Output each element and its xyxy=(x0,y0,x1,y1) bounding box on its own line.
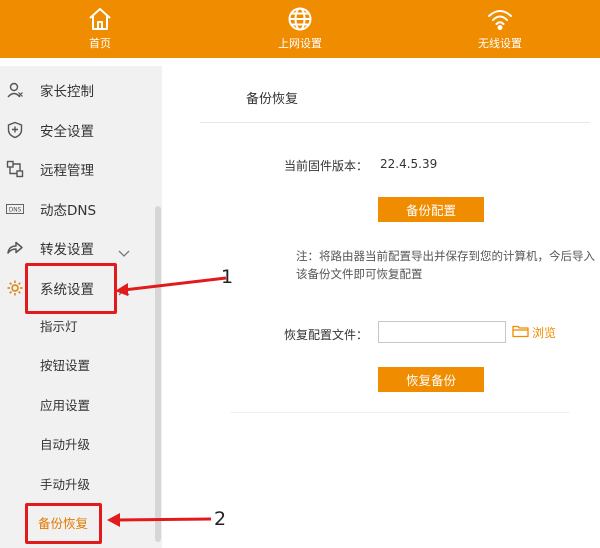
sidebar-item-label: 动态DNS xyxy=(40,203,97,219)
sidebar-scrollbar[interactable] xyxy=(155,206,161,542)
dns-icon: DNS xyxy=(6,200,24,218)
router-admin-page: 首页 上网设置 无线设置 家长控制 安全设置 远程管理 DNS 动态DNS 转发… xyxy=(0,0,600,548)
forward-icon xyxy=(6,239,24,257)
sidebar-item-label: 远程管理 xyxy=(40,163,94,179)
nav-internet-settings[interactable]: 上网设置 xyxy=(200,0,400,58)
svg-text:DNS: DNS xyxy=(9,208,22,214)
browse-label: 浏览 xyxy=(532,325,557,340)
sidebar-subitem-button-settings[interactable]: 按钮设置 xyxy=(40,352,90,376)
restore-backup-button[interactable]: 恢复备份 xyxy=(378,367,484,392)
restore-file-label: 恢复配置文件： xyxy=(284,328,369,342)
sidebar-item-remote-management[interactable]: 远程管理 xyxy=(0,154,150,184)
sidebar-item-label: 安全设置 xyxy=(40,124,94,140)
firmware-version-label: 当前固件版本： xyxy=(284,159,369,173)
home-icon xyxy=(87,6,113,32)
annotation-number-1: 1 xyxy=(221,266,234,288)
backup-config-button[interactable]: 备份配置 xyxy=(378,197,484,222)
sidebar-item-label: 家长控制 xyxy=(40,84,94,100)
chevron-down-icon xyxy=(118,243,130,257)
highlight-box-backup-restore xyxy=(25,503,102,544)
browse-button[interactable]: 浏览 xyxy=(512,322,556,342)
nav-wireless-settings[interactable]: 无线设置 xyxy=(400,0,600,58)
top-navigation: 首页 上网设置 无线设置 xyxy=(0,0,600,58)
sidebar-subitem-auto-upgrade[interactable]: 自动升级 xyxy=(40,431,90,455)
nav-home-label: 首页 xyxy=(89,37,111,50)
sidebar-item-label: 转发设置 xyxy=(40,242,94,258)
sidebar-subitem-indicator[interactable]: 指示灯 xyxy=(40,313,78,337)
nav-home[interactable]: 首页 xyxy=(0,0,200,58)
sidebar-subitem-app-settings[interactable]: 应用设置 xyxy=(40,392,90,416)
user-icon xyxy=(6,81,24,99)
annotation-number-2: 2 xyxy=(214,508,227,530)
nav-internet-settings-label: 上网设置 xyxy=(278,37,322,50)
sidebar-item-ddns[interactable]: DNS 动态DNS xyxy=(0,194,150,224)
title-divider xyxy=(200,122,590,123)
wifi-icon xyxy=(486,6,514,32)
firmware-version-value: 22.4.5.39 xyxy=(380,157,438,171)
restore-file-input[interactable] xyxy=(378,321,506,343)
sidebar-subitem-manual-upgrade[interactable]: 手动升级 xyxy=(40,471,90,495)
backup-note: 注：将路由器当前配置导出并保存到您的计算机，今后导入该备份文件即可恢复配置 xyxy=(296,249,595,281)
sidebar-item-parental-control[interactable]: 家长控制 xyxy=(0,75,150,105)
shield-icon xyxy=(6,121,24,139)
chevron-up-icon xyxy=(118,283,130,296)
remote-icon xyxy=(6,160,24,178)
gear-icon xyxy=(6,279,24,297)
folder-icon xyxy=(512,323,529,342)
bottom-divider xyxy=(230,412,570,413)
nav-wireless-settings-label: 无线设置 xyxy=(478,37,522,50)
highlight-box-system-settings xyxy=(25,263,117,314)
main-panel xyxy=(162,66,600,548)
globe-icon xyxy=(287,6,313,32)
sidebar-item-security[interactable]: 安全设置 xyxy=(0,115,150,145)
sidebar-item-forwarding[interactable]: 转发设置 xyxy=(0,233,150,263)
page-title: 备份恢复 xyxy=(245,92,298,107)
